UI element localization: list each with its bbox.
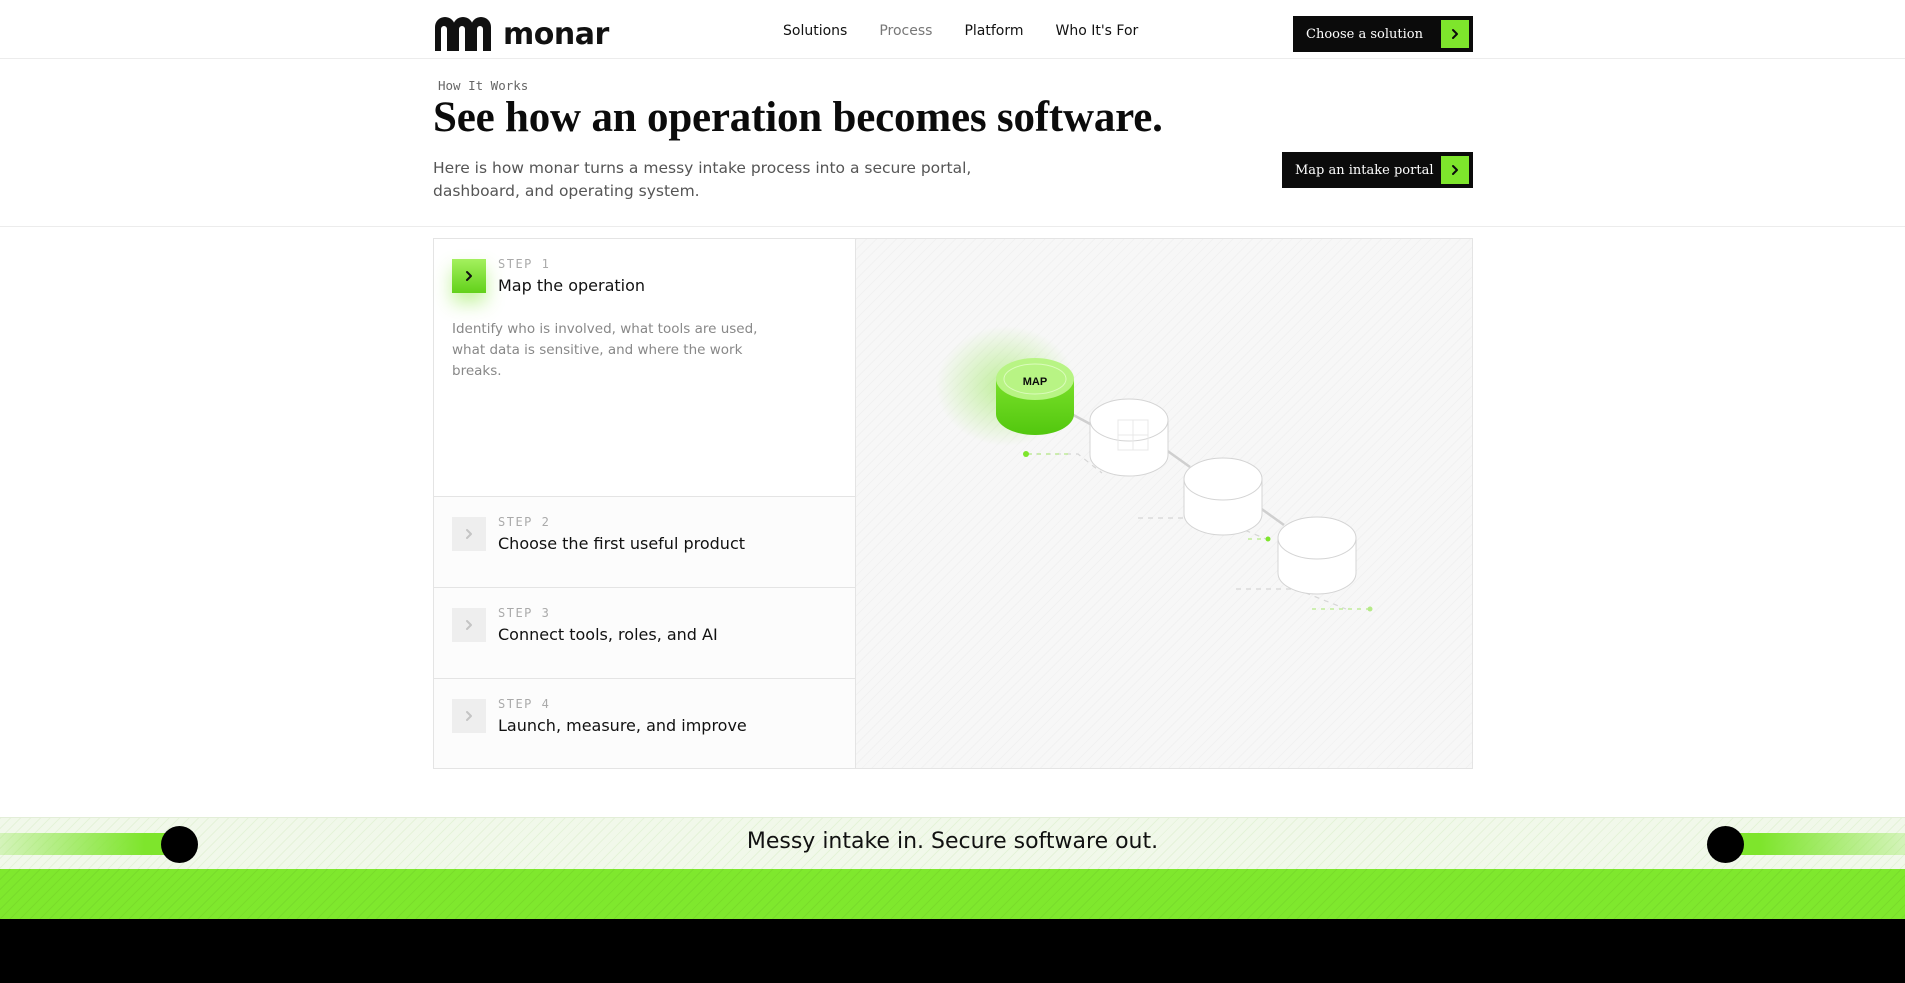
hero-divider [0, 226, 1905, 227]
hero-description: Here is how monar turns a messy intake p… [433, 159, 972, 200]
guide-dot [1265, 536, 1271, 542]
node-diagram: MAP [936, 326, 1373, 612]
step-kicker: STEP 4 [498, 697, 551, 711]
guide-dot [1367, 606, 1373, 612]
brand-name: monar [503, 16, 609, 52]
map-node-label: MAP [1023, 376, 1047, 388]
step-item-1[interactable]: STEP 1 Map the operation Identify who is… [434, 239, 855, 497]
node-2[interactable] [1089, 398, 1169, 477]
process-visualization: MAP [856, 239, 1472, 768]
choose-solution-label: Choose a solution [1306, 26, 1423, 42]
section-eyebrow: How It Works [438, 78, 529, 93]
hero-title: See how an operation becomes software. [433, 94, 1163, 141]
nav-link-platform[interactable]: Platform [964, 23, 1023, 39]
step-kicker: STEP 3 [498, 606, 551, 620]
nav-link-process[interactable]: Process [879, 23, 932, 39]
process-steps-panel: STEP 1 Map the operation Identify who is… [433, 238, 1473, 769]
step-list: STEP 1 Map the operation Identify who is… [434, 239, 856, 768]
monar-logo-icon [435, 17, 491, 51]
tagline-text: Messy intake in. Secure software out. [746, 829, 1159, 854]
step-title: Launch, measure, and improve [498, 716, 747, 735]
top-navbar: monar Solutions Process Platform Who It'… [0, 0, 1905, 59]
dark-footer-band [0, 919, 1905, 983]
chevron-right-icon [452, 517, 486, 551]
step-item-4[interactable]: STEP 4 Launch, measure, and improve [434, 679, 855, 768]
nav-link-solutions[interactable]: Solutions [783, 23, 847, 39]
map-node[interactable]: MAP [996, 358, 1074, 435]
step-description: Identify who is involved, what tools are… [452, 321, 758, 379]
step-item-2[interactable]: STEP 2 Choose the first useful product [434, 497, 855, 588]
guide-dot [1023, 451, 1029, 457]
node-4[interactable] [1277, 516, 1357, 595]
chevron-right-icon [452, 608, 486, 642]
map-intake-portal-button[interactable]: Map an intake portal [1282, 152, 1473, 188]
chevron-right-icon [452, 259, 486, 293]
green-band [0, 869, 1905, 919]
step-kicker: STEP 1 [498, 257, 551, 271]
step-title: Map the operation [498, 276, 646, 295]
nav-link-who-its-for[interactable]: Who It's For [1055, 23, 1138, 39]
logo[interactable]: monar [433, 15, 609, 53]
step-item-3[interactable]: STEP 3 Connect tools, roles, and AI [434, 588, 855, 679]
step-title: Connect tools, roles, and AI [498, 625, 718, 644]
step-title: Choose the first useful product [498, 534, 746, 553]
map-intake-portal-label: Map an intake portal [1295, 162, 1434, 178]
main-nav: Solutions Process Platform Who It's For [783, 23, 1138, 39]
step-kicker: STEP 2 [498, 515, 551, 529]
node-3[interactable] [1183, 457, 1263, 536]
chevron-right-icon [1441, 156, 1469, 184]
chevron-right-icon [452, 699, 486, 733]
chevron-right-icon [1441, 20, 1469, 48]
choose-solution-button[interactable]: Choose a solution [1293, 16, 1473, 52]
